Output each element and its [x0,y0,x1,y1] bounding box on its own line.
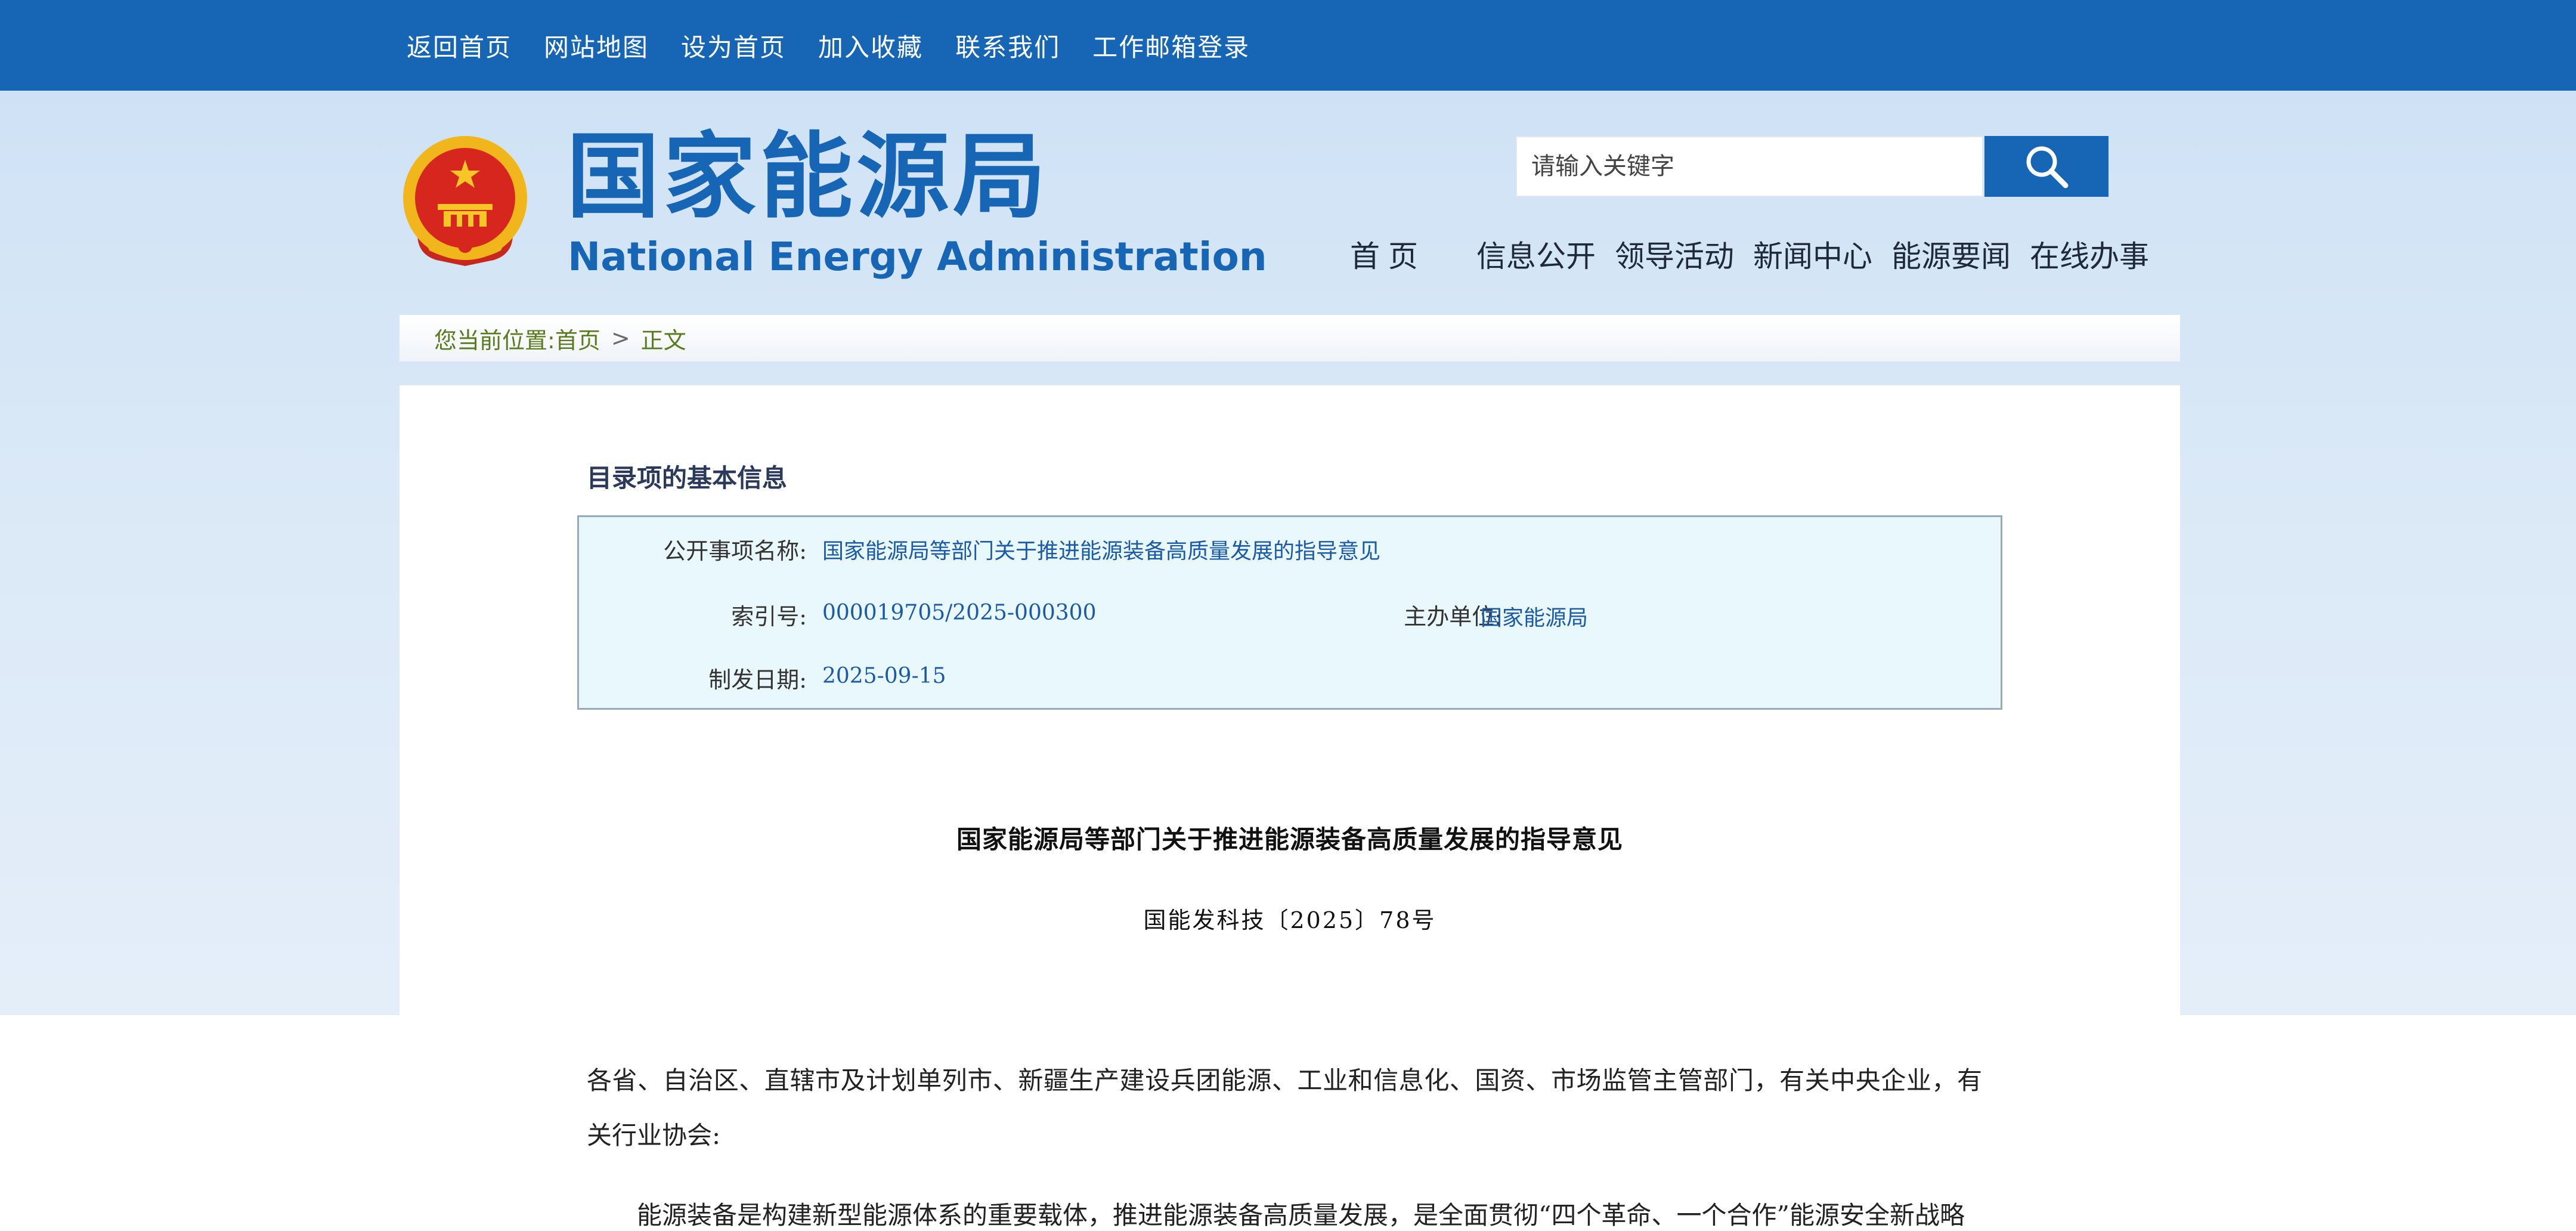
top-links: 返回首页 网站地图 设为首页 加入收藏 联系我们 工作邮箱登录 [407,27,1282,64]
breadcrumb-separator: > [611,325,630,351]
catalog-info-box: 公开事项名称: 国家能源局等部门关于推进能源装备高质量发展的指导意见 索引号: … [577,515,2002,710]
breadcrumb-home-link[interactable]: 首页 [555,322,600,355]
top-link-contact[interactable]: 联系我们 [955,27,1060,64]
document-paragraph-recipients: 各省、自治区、直辖市及计划单列市、新疆生产建设兵团能源、工业和信息化、国资、市场… [587,1066,1982,1150]
top-link-work-email[interactable]: 工作邮箱登录 [1092,27,1250,64]
search-input[interactable] [1516,136,1983,197]
document-number: 国能发科技〔2025〕78号 [1143,907,1436,933]
catalog-name-label: 公开事项名称: [663,538,807,564]
nav-info-disclosure[interactable]: 信息公开 [1476,233,1596,276]
nav-news-center[interactable]: 新闻中心 [1753,233,1872,276]
breadcrumb-label: 您当前位置: [434,327,555,354]
national-emblem-icon [403,136,527,266]
catalog-index-label: 索引号: [731,604,807,630]
top-link-home[interactable]: 返回首页 [407,27,512,64]
top-bar: 返回首页 网站地图 设为首页 加入收藏 联系我们 工作邮箱登录 [0,0,2576,91]
catalog-index-value: 000019705/2025-000300 [822,601,1097,625]
breadcrumb-current: 正文 [640,327,686,354]
nav-home[interactable]: 首页 [1350,233,1426,276]
content-panel: 目录项的基本信息 公开事项名称: 国家能源局等部门关于推进能源装备高质量发展的指… [400,385,2180,1231]
search-button[interactable] [1984,136,2109,197]
document-title: 国家能源局等部门关于推进能源装备高质量发展的指导意见 [956,825,1623,854]
breadcrumb: 您当前位置: 首页 > 正文 [400,315,2180,361]
nav-energy-news[interactable]: 能源要闻 [1891,233,2011,276]
catalog-name-value: 国家能源局等部门关于推进能源装备高质量发展的指导意见 [822,539,1381,564]
document-paragraph-body: 能源装备是构建新型能源体系的重要载体，推进能源装备高质量发展，是全面贯彻“四个革… [637,1201,1965,1230]
main-nav: 首页 信息公开 领导活动 新闻中心 能源要闻 在线办事 [1350,233,2168,276]
top-link-bookmark[interactable]: 加入收藏 [818,27,923,64]
site-logo-chinese[interactable]: 国家能源局 [566,130,1049,223]
nav-leader-activities[interactable]: 领导活动 [1615,233,1734,276]
catalog-date-value: 2025-09-15 [822,664,946,688]
catalog-date-label: 制发日期: [708,667,807,693]
catalog-unit-value: 国家能源局 [1481,606,1589,630]
catalog-section-title: 目录项的基本信息 [587,463,788,493]
top-link-sitemap[interactable]: 网站地图 [544,27,649,64]
site-logo-english[interactable]: National Energy Administration [568,234,1267,280]
nav-online-services[interactable]: 在线办事 [2030,233,2149,276]
top-link-set-homepage[interactable]: 设为首页 [681,27,786,64]
magnifier-icon [2026,146,2069,188]
catalog-unit-label: 主办单位: [1404,604,1502,630]
